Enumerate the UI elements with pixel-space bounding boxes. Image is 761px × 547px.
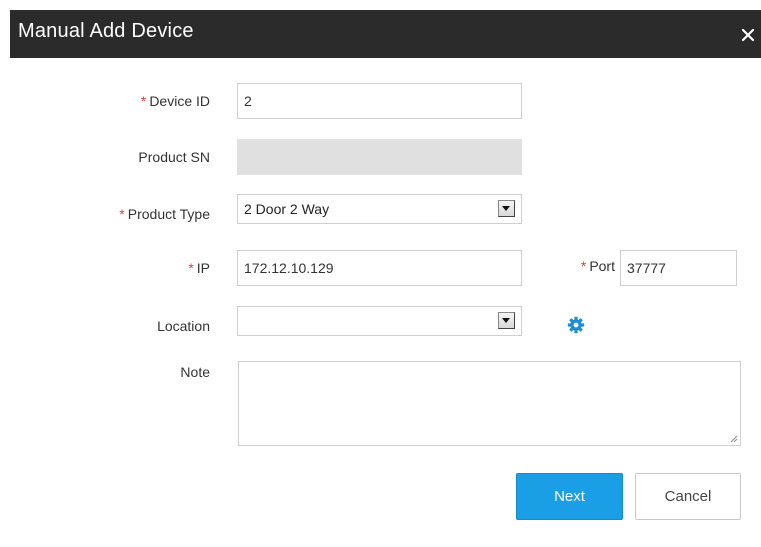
required-marker: *: [119, 206, 125, 222]
device-id-input[interactable]: 2: [237, 83, 522, 119]
location-label: Location: [10, 318, 210, 334]
ip-value: 172.12.10.129: [244, 260, 334, 276]
port-label: * Port: [415, 258, 615, 274]
device-id-value: 2: [244, 93, 252, 109]
cancel-button[interactable]: Cancel: [635, 473, 741, 520]
port-value: 37777: [627, 260, 666, 276]
dialog-title: Manual Add Device: [18, 20, 194, 42]
port-input[interactable]: 37777: [620, 250, 737, 286]
device-id-label-text: Device ID: [149, 93, 210, 109]
manual-add-device-dialog: Manual Add Device * Device ID 2 Product S…: [0, 0, 761, 547]
location-label-text: Location: [157, 318, 210, 334]
product-sn-label-text: Product SN: [138, 149, 210, 165]
required-marker: *: [188, 260, 194, 276]
next-button[interactable]: Next: [516, 473, 623, 520]
chevron-down-icon[interactable]: [498, 200, 515, 217]
resize-grip-icon[interactable]: [729, 434, 738, 443]
required-marker: *: [580, 258, 587, 274]
ip-label: * IP: [10, 260, 210, 276]
gear-icon[interactable]: [567, 316, 585, 334]
product-type-select[interactable]: 2 Door 2 Way: [237, 194, 522, 224]
note-label-text: Note: [180, 364, 210, 380]
product-type-value: 2 Door 2 Way: [244, 201, 330, 217]
product-type-label: * Product Type: [10, 206, 210, 222]
required-marker: *: [140, 93, 147, 109]
product-sn-label: Product SN: [10, 149, 210, 165]
note-label: Note: [10, 364, 210, 380]
port-label-text: Port: [589, 258, 615, 274]
device-id-label: * Device ID: [10, 93, 210, 109]
note-textarea[interactable]: [238, 361, 741, 446]
ip-label-text: IP: [196, 260, 210, 276]
location-select[interactable]: [237, 306, 522, 336]
close-icon[interactable]: [739, 26, 757, 44]
product-sn-input: [237, 139, 522, 175]
dialog-titlebar: Manual Add Device: [10, 10, 761, 58]
chevron-down-icon[interactable]: [498, 312, 515, 329]
product-type-label-text: Product Type: [127, 206, 210, 222]
